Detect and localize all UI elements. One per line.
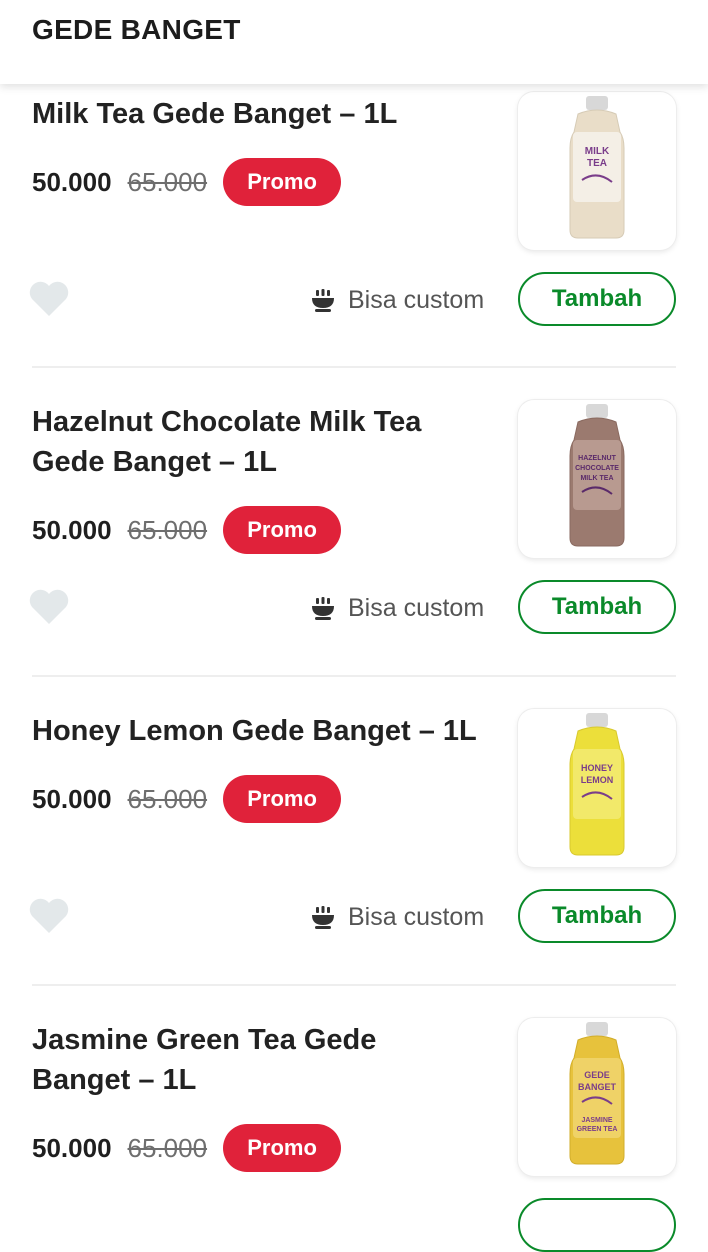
price-row: 50.000 65.000 Promo — [32, 506, 342, 554]
price: 50.000 — [32, 514, 112, 545]
customizable-label: Bisa custom — [348, 593, 485, 622]
product-image[interactable]: GEDE BANGET JASMINE GREEN TEA — [518, 1018, 676, 1176]
svg-text:LEMON: LEMON — [581, 775, 614, 785]
bottle-image: HONEY LEMON — [569, 713, 625, 856]
svg-text:HONEY: HONEY — [581, 763, 613, 773]
customizable-indicator: Bisa custom — [310, 897, 484, 937]
product-image[interactable]: HAZELNUT CHOCOLATE MILK TEA — [518, 400, 676, 558]
divider — [32, 984, 676, 986]
product-name[interactable]: Jasmine Green Tea Gede Banget – 1L — [32, 1020, 432, 1100]
svg-text:MILK: MILK — [585, 146, 610, 157]
customizable-indicator: Bisa custom — [310, 588, 484, 628]
bowl-icon — [310, 287, 336, 313]
original-price: 65.000 — [127, 1132, 208, 1163]
product-name[interactable]: Honey Lemon Gede Banget – 1L — [32, 711, 492, 751]
svg-text:HAZELNUT: HAZELNUT — [578, 455, 616, 462]
product-image[interactable]: HONEY LEMON — [518, 709, 676, 867]
divider — [32, 366, 676, 368]
product-name[interactable]: Milk Tea Gede Banget – 1L — [32, 94, 492, 134]
svg-text:GREEN TEA: GREEN TEA — [577, 1126, 618, 1133]
heart-icon[interactable] — [28, 280, 70, 318]
svg-text:TEA: TEA — [587, 158, 607, 169]
product-list: Milk Tea Gede Banget – 1L 50.000 65.000 … — [0, 0, 708, 1252]
original-price: 65.000 — [127, 166, 208, 197]
price-row: 50.000 65.000 Promo — [32, 1124, 342, 1172]
bottle-image: HAZELNUT CHOCOLATE MILK TEA — [569, 404, 625, 547]
add-button[interactable]: Tambah — [518, 580, 676, 634]
price-row: 50.000 65.000 Promo — [32, 158, 342, 206]
promo-badge: Promo — [223, 158, 342, 206]
original-price: 65.000 — [127, 514, 208, 545]
price: 50.000 — [32, 1132, 112, 1163]
promo-badge: Promo — [223, 506, 342, 554]
product-name[interactable]: Hazelnut Chocolate Milk Tea Gede Banget … — [32, 402, 492, 482]
svg-text:CHOCOLATE: CHOCOLATE — [575, 465, 619, 472]
heart-icon[interactable] — [28, 588, 70, 626]
customizable-label: Bisa custom — [348, 902, 485, 931]
price: 50.000 — [32, 783, 112, 814]
header: GEDE BANGET — [0, 0, 708, 84]
divider — [32, 675, 676, 677]
add-button-partial[interactable] — [518, 1198, 676, 1252]
customizable-label: Bisa custom — [348, 285, 485, 314]
svg-text:BANGET: BANGET — [578, 1082, 617, 1092]
page-title: GEDE BANGET — [32, 14, 241, 45]
bottle-image: GEDE BANGET JASMINE GREEN TEA — [569, 1022, 625, 1165]
heart-icon[interactable] — [28, 897, 70, 935]
bottle-image: MILK TEA — [569, 96, 625, 239]
customizable-indicator: Bisa custom — [310, 280, 484, 320]
promo-badge: Promo — [223, 775, 342, 823]
svg-text:MILK TEA: MILK TEA — [580, 475, 613, 482]
svg-text:JASMINE: JASMINE — [581, 1117, 612, 1124]
bowl-icon — [310, 595, 336, 621]
price-row: 50.000 65.000 Promo — [32, 775, 342, 823]
promo-badge: Promo — [223, 1124, 342, 1172]
add-button[interactable]: Tambah — [518, 889, 676, 943]
svg-text:GEDE: GEDE — [584, 1070, 610, 1080]
product-image[interactable]: MILK TEA — [518, 92, 676, 250]
bowl-icon — [310, 904, 336, 930]
add-button[interactable]: Tambah — [518, 272, 676, 326]
price: 50.000 — [32, 166, 112, 197]
original-price: 65.000 — [127, 783, 208, 814]
